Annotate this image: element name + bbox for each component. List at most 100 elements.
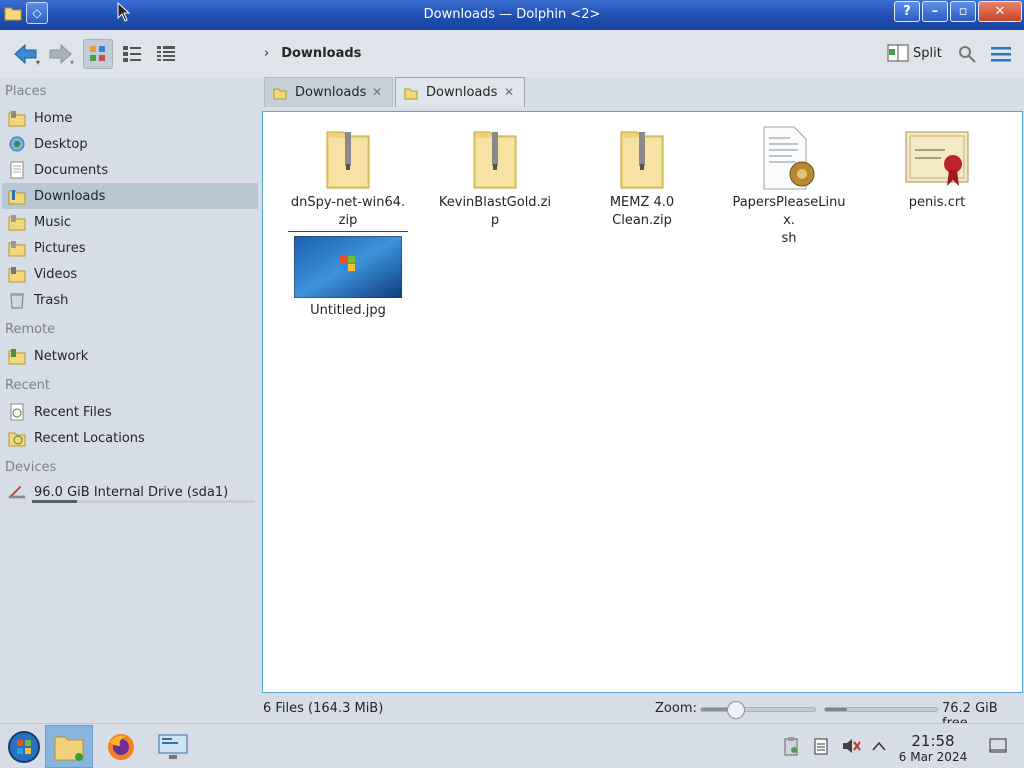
dropdown-arrow-icon: ▾ xyxy=(35,57,40,67)
file-view[interactable]: dnSpy-net-win64. zip KevinBlastGold.zip … xyxy=(262,111,1023,693)
split-button[interactable]: Split xyxy=(887,43,942,63)
hamburger-menu-button[interactable] xyxy=(989,39,1013,69)
clock[interactable]: 21:58 6 Mar 2024 xyxy=(897,732,969,764)
sidebar-item-label: Pictures xyxy=(34,240,86,256)
file-item[interactable]: dnSpy-net-win64. zip xyxy=(283,120,413,232)
places-section-header: Places xyxy=(5,84,47,99)
mouse-cursor-icon xyxy=(117,1,131,26)
file-name: PapersPleaseLinux. sh xyxy=(732,195,846,246)
window-title: Downloads — Dolphin <2> xyxy=(423,7,601,22)
search-icon xyxy=(959,46,976,63)
close-button[interactable]: ✕ xyxy=(978,1,1022,22)
sidebar-item-recent-locations[interactable]: Recent Locations xyxy=(2,425,258,451)
chevron-up-icon[interactable] xyxy=(869,736,889,756)
file-item[interactable]: PapersPleaseLinux. sh xyxy=(724,120,854,248)
sidebar-item-documents[interactable]: Documents xyxy=(2,157,258,183)
help-button[interactable]: ? xyxy=(894,1,920,22)
maximize-button[interactable]: ▫ xyxy=(950,1,976,22)
remote-section-header: Remote xyxy=(5,322,56,337)
folder-icon xyxy=(273,88,287,99)
certificate-icon xyxy=(905,120,969,190)
image-thumbnail-icon xyxy=(294,234,402,298)
file-item[interactable]: KevinBlastGold.zip xyxy=(430,120,560,230)
sidebar-item-label: Trash xyxy=(34,292,69,308)
sidebar-item-label: 96.0 GiB Internal Drive (sda1) xyxy=(34,484,229,500)
sidebar-item-network[interactable]: Network xyxy=(2,343,258,369)
disk-space-bar xyxy=(824,707,938,712)
start-menu-button[interactable] xyxy=(0,725,48,768)
tab-label: Downloads xyxy=(426,85,498,100)
window-titlebar[interactable]: ◇ Downloads — Dolphin <2> ? – ▫ ✕ xyxy=(0,0,1024,30)
file-item[interactable]: Untitled.jpg xyxy=(283,234,413,320)
file-name: dnSpy-net-win64. zip xyxy=(288,194,408,232)
drive-usage-bar xyxy=(32,500,255,503)
close-tab-icon[interactable]: ✕ xyxy=(372,85,382,99)
zoom-slider[interactable] xyxy=(700,701,816,719)
zoom-label: Zoom: xyxy=(655,701,697,716)
desktop-icon xyxy=(8,134,26,154)
zoom-slider-handle[interactable] xyxy=(726,701,745,719)
details-view-button[interactable] xyxy=(151,39,181,69)
compact-view-button[interactable] xyxy=(117,39,147,69)
close-tab-icon[interactable]: ✕ xyxy=(504,85,514,99)
compact-view-icon xyxy=(123,46,141,62)
split-label: Split xyxy=(913,45,942,61)
zip-archive-icon xyxy=(472,120,518,190)
home-folder-icon xyxy=(8,108,26,128)
icons-view-button[interactable] xyxy=(83,39,113,69)
back-button[interactable]: ▾ xyxy=(10,39,42,69)
sidebar-item-desktop[interactable]: Desktop xyxy=(2,131,258,157)
taskbar-app-firefox[interactable] xyxy=(97,725,145,768)
zip-archive-icon xyxy=(619,120,665,190)
split-view-icon xyxy=(887,44,909,62)
sidebar-item-home[interactable]: Home xyxy=(2,105,258,131)
notes-tray-icon[interactable] xyxy=(811,736,831,756)
sidebar-item-label: Desktop xyxy=(34,136,88,152)
tab-downloads-1[interactable]: Downloads ✕ xyxy=(264,77,393,107)
breadcrumb-downloads[interactable]: Downloads xyxy=(281,46,361,61)
minimize-button[interactable]: – xyxy=(922,1,948,22)
taskbar: 21:58 6 Mar 2024 xyxy=(0,723,1024,768)
sidebar-item-recent-files[interactable]: Recent Files xyxy=(2,399,258,425)
sidebar-item-pictures[interactable]: Pictures xyxy=(2,235,258,261)
downloads-folder-icon xyxy=(8,186,26,206)
file-name: KevinBlastGold.zip xyxy=(438,195,552,228)
clock-date: 6 Mar 2024 xyxy=(898,750,968,764)
places-panel: Places Home Desktop Documents Downloads … xyxy=(0,78,262,698)
file-manager-icon xyxy=(54,736,84,761)
pictures-folder-icon xyxy=(8,238,26,258)
sidebar-item-label: Music xyxy=(34,214,71,230)
show-desktop-icon[interactable] xyxy=(988,736,1008,756)
sidebar-item-trash[interactable]: Trash xyxy=(2,287,258,313)
search-button[interactable] xyxy=(956,39,978,69)
file-item[interactable]: MEMZ 4.0 Clean.zip xyxy=(577,120,707,230)
file-item[interactable]: penis.crt xyxy=(872,120,1002,212)
clock-time: 21:58 xyxy=(911,732,955,750)
chevron-right-icon: › xyxy=(264,46,270,61)
music-folder-icon xyxy=(8,212,26,232)
sidebar-item-downloads[interactable]: Downloads xyxy=(2,183,258,209)
zip-archive-icon xyxy=(325,120,371,190)
sidebar-item-music[interactable]: Music xyxy=(2,209,258,235)
clipboard-tray-icon[interactable] xyxy=(781,736,801,756)
sidebar-item-label: Downloads xyxy=(34,188,106,204)
trash-icon xyxy=(8,290,26,310)
dropdown-arrow-icon: ▾ xyxy=(69,57,74,67)
breadcrumb[interactable]: › Downloads xyxy=(264,46,361,61)
icons-view-icon xyxy=(90,46,105,61)
sidebar-item-label: Recent Locations xyxy=(34,430,145,446)
tab-label: Downloads xyxy=(295,85,367,100)
recent-section-header: Recent xyxy=(5,378,50,393)
hamburger-menu-icon xyxy=(991,47,1011,62)
forward-button[interactable]: ▾ xyxy=(44,39,76,69)
taskbar-app-dolphin[interactable] xyxy=(45,725,93,768)
file-count-summary: 6 Files (164.3 MiB) xyxy=(263,701,384,716)
tab-downloads-2[interactable]: Downloads ✕ xyxy=(395,77,525,107)
volume-muted-icon[interactable] xyxy=(841,736,861,756)
taskbar-app-system-settings[interactable] xyxy=(149,725,197,768)
main-toolbar: ▾ ▾ › Downloads Split xyxy=(0,30,1024,78)
system-settings-icon xyxy=(158,734,188,759)
sidebar-item-videos[interactable]: Videos xyxy=(2,261,258,287)
sidebar-item-label: Network xyxy=(34,348,89,364)
details-view-icon xyxy=(157,46,175,61)
